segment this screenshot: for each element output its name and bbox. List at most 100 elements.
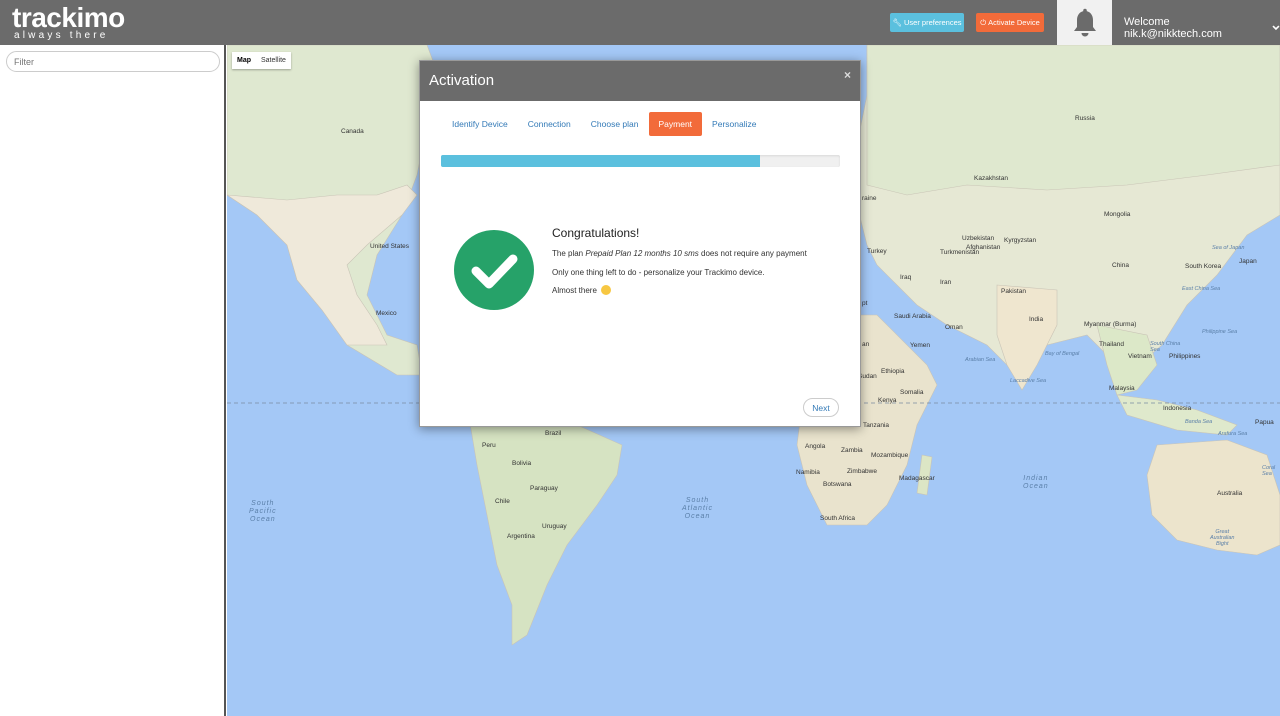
- success-check-icon: [454, 230, 534, 310]
- map-label-kazakhstan: Kazakhstan: [974, 175, 1008, 182]
- personalize-message: Only one thing left to do - personalize …: [552, 267, 765, 277]
- map-label-somalia: Somalia: [900, 389, 924, 396]
- bell-icon: [1073, 8, 1096, 36]
- plan-suffix: does not require any payment: [698, 249, 807, 258]
- map-label-ethiopia: Ethiopia: [881, 368, 905, 375]
- map-label-namibia: Namibia: [796, 469, 820, 476]
- activation-modal: Activation × Identify Device Connection …: [419, 60, 861, 427]
- map-label-botswana: Botswana: [823, 481, 852, 488]
- map-label-iraq: Iraq: [900, 274, 912, 281]
- map-label-philippines: Philippines: [1169, 353, 1201, 360]
- map-label-south-africa: South Africa: [820, 515, 856, 522]
- smile-emoji-icon: [601, 284, 612, 295]
- map-label-malaysia: Malaysia: [1109, 385, 1135, 392]
- progress-fill: [441, 155, 761, 167]
- user-menu[interactable]: Welcome nik.k@nikktech.com: [1124, 16, 1280, 40]
- map-label-oman: Oman: [945, 324, 963, 331]
- step-choose-plan[interactable]: Choose plan: [581, 112, 649, 136]
- map-label-uruguay: Uruguay: [542, 523, 567, 530]
- map-label-afghanistan: Afghanistan: [966, 244, 1001, 251]
- map-label-tanzania: Tanzania: [863, 422, 890, 429]
- map-label-saudi-arabia: Saudi Arabia: [894, 313, 931, 320]
- map-label-mexico: Mexico: [376, 310, 397, 317]
- power-icon: ⏻: [980, 17, 987, 27]
- wrench-icon: 🔧︎: [892, 18, 902, 27]
- map-label-kenya: Kenya: [878, 397, 897, 404]
- plan-prefix: The plan: [552, 249, 586, 258]
- chevron-down-icon: [1272, 25, 1280, 31]
- trackimo-logo[interactable]: trackimo always there: [12, 4, 125, 41]
- map-label-turkey: Turkey: [867, 248, 887, 255]
- map-label-brazil: Brazil: [545, 430, 562, 437]
- map-label-paraguay: Paraguay: [530, 485, 558, 492]
- notifications-button[interactable]: [1057, 0, 1112, 45]
- sea-label-east-china: East China Sea: [1182, 286, 1221, 292]
- sea-label-coral: Coral Sea: [1262, 465, 1276, 477]
- close-icon[interactable]: ×: [844, 68, 851, 82]
- logo-tagline: always there: [14, 30, 109, 41]
- map-label-chile: Chile: [495, 498, 510, 505]
- map-label-argentina: Argentina: [507, 533, 535, 540]
- map-label-pakistan: Pakistan: [1001, 288, 1026, 295]
- map-label-south-korea: South Korea: [1185, 263, 1222, 270]
- user-preferences-button[interactable]: 🔧︎ User preferences: [890, 13, 964, 32]
- map-toggle-satellite[interactable]: Satellite: [256, 52, 291, 69]
- map-label-ukraine-partial: raine: [862, 195, 877, 202]
- plan-message: The plan Prepaid Plan 12 months 10 sms d…: [552, 248, 822, 261]
- map-label-zambia: Zambia: [841, 447, 863, 454]
- map-label-myanmar: Myanmar (Burma): [1084, 321, 1137, 328]
- sea-label-arabian: Arabian Sea: [965, 357, 996, 363]
- step-connection[interactable]: Connection: [518, 112, 581, 136]
- map-label-yemen: Yemen: [910, 342, 930, 349]
- map-label-iran: Iran: [940, 279, 952, 286]
- sea-label-philippine: Philippine Sea: [1202, 329, 1238, 335]
- map-label-united-states: United States: [370, 243, 410, 250]
- sea-label-laccadive: Laccadive Sea: [1010, 378, 1047, 384]
- logo-wordmark: trackimo: [12, 2, 125, 33]
- map-type-toggle[interactable]: Map Satellite: [232, 52, 291, 69]
- sea-label-banda: Banda Sea: [1185, 419, 1213, 425]
- map-toggle-map[interactable]: Map: [232, 52, 256, 69]
- ocean-label-indian: Indian Ocean: [1023, 475, 1049, 490]
- map-label-australia: Australia: [1217, 490, 1243, 497]
- map-label-sudan-partial: an: [862, 341, 870, 348]
- map-label-vietnam: Vietnam: [1128, 353, 1152, 360]
- next-button[interactable]: Next: [803, 398, 839, 417]
- map-label-russia: Russia: [1075, 115, 1095, 122]
- user-preferences-label: User preferences: [904, 18, 962, 27]
- ocean-label-south-pacific: South Pacific Ocean: [249, 500, 277, 523]
- step-payment[interactable]: Payment: [648, 112, 703, 136]
- map-label-uzbekistan: Uzbekistan: [962, 235, 995, 242]
- almost-there-message: Almost there: [552, 284, 822, 298]
- filter-input[interactable]: [6, 51, 220, 72]
- modal-title: Activation: [429, 72, 495, 89]
- modal-header: Activation ×: [420, 61, 860, 101]
- congrats-heading: Congratulations!: [552, 226, 640, 240]
- sea-label-south-china: South China Sea: [1150, 341, 1181, 353]
- map-label-kyrgyzstan: Kyrgyzstan: [1004, 237, 1037, 244]
- welcome-label: Welcome nik.k@nikktech.com: [1124, 16, 1222, 40]
- map-label-china: China: [1112, 262, 1129, 269]
- ocean-label-south-atlantic: South Atlantic Ocean: [682, 497, 713, 520]
- map-label-angola: Angola: [805, 443, 826, 450]
- plan-name: Prepaid Plan 12 months 10 sms: [585, 249, 699, 258]
- map-label-bolivia: Bolivia: [512, 460, 532, 467]
- step-personalize[interactable]: Personalize: [702, 112, 766, 136]
- sea-label-great-bight: Great Australian Bight: [1210, 529, 1235, 547]
- step-identify-device[interactable]: Identify Device: [442, 112, 518, 136]
- activate-device-button[interactable]: ⏻ Activate Device: [976, 13, 1044, 32]
- map-label-egypt-partial: pt: [862, 300, 868, 307]
- map-label-madagascar: Madagascar: [899, 475, 935, 482]
- map-label-indonesia: Indonesia: [1163, 405, 1192, 412]
- map-label-zimbabwe: Zimbabwe: [847, 468, 877, 475]
- activate-device-label: Activate Device: [988, 18, 1040, 27]
- sea-label-japan: Sea of Japan: [1212, 245, 1245, 251]
- map-label-japan: Japan: [1239, 258, 1257, 265]
- sea-label-arafura: Arafura Sea: [1218, 431, 1248, 437]
- congrats-content: Congratulations! The plan Prepaid Plan 1…: [552, 226, 822, 304]
- map-label-india: India: [1029, 316, 1044, 323]
- top-navbar: trackimo always there 🔧︎ User preference…: [0, 0, 1280, 45]
- map-label-mozambique: Mozambique: [871, 452, 909, 459]
- map-label-peru: Peru: [482, 442, 496, 449]
- device-sidebar: [0, 45, 226, 716]
